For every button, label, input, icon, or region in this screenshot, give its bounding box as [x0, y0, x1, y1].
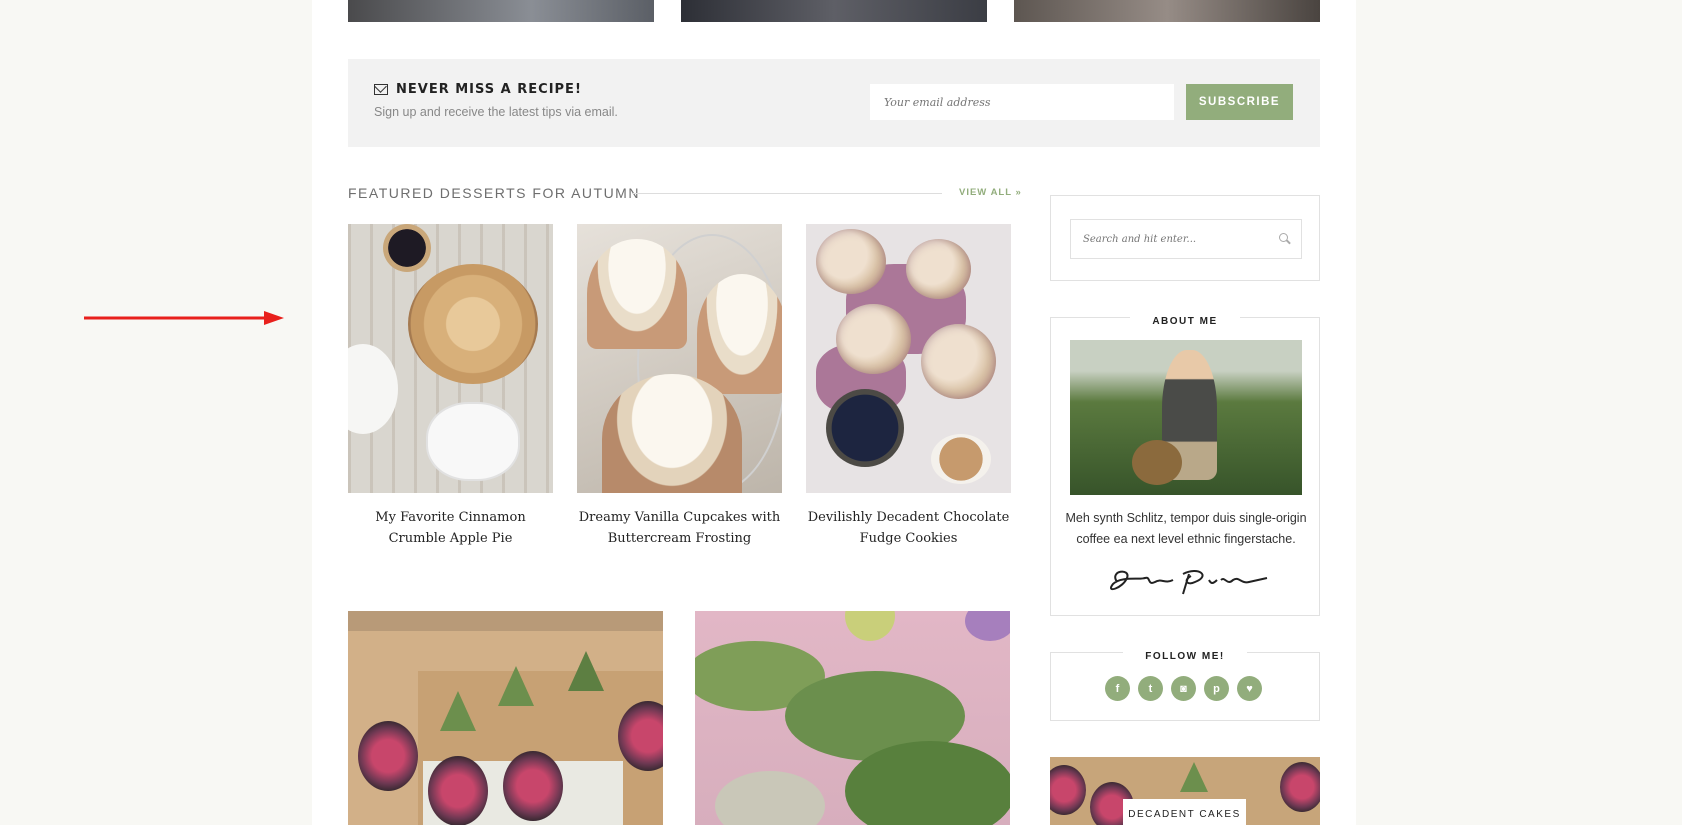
follow-widget: FOLLOW ME! f t ◙ p ♥ — [1050, 651, 1320, 721]
post-image-cookies[interactable] — [806, 224, 1011, 493]
about-title: ABOUT ME — [1130, 316, 1240, 327]
top-post-image-2[interactable] — [681, 0, 987, 22]
email-input[interactable] — [870, 84, 1174, 120]
instagram-icon[interactable]: ◙ — [1171, 676, 1196, 701]
newsletter-heading: NEVER MISS A RECIPE! — [374, 82, 582, 97]
newsletter-box: NEVER MISS A RECIPE! Sign up and receive… — [348, 59, 1320, 147]
post-card-cookies[interactable]: Devilishly Decadent Chocolate Fudge Cook… — [806, 224, 1011, 549]
view-all-link[interactable]: VIEW ALL » — [959, 187, 1022, 198]
page-content: NEVER MISS A RECIPE! Sign up and receive… — [312, 0, 1356, 825]
post-image-figs[interactable] — [348, 611, 663, 825]
sidebar-search-input[interactable] — [1070, 219, 1302, 259]
about-text: Meh synth Schlitz, tempor duis single-or… — [1065, 511, 1307, 546]
signature-image — [1110, 570, 1268, 595]
top-post-image-3[interactable] — [1014, 0, 1320, 22]
post-card-cupcakes[interactable]: Dreamy Vanilla Cupcakes with Buttercream… — [577, 224, 782, 549]
post-title[interactable]: Devilishly Decadent Chocolate Fudge Cook… — [806, 507, 1011, 549]
post-image-herbs[interactable] — [695, 611, 1010, 825]
twitter-icon[interactable]: t — [1138, 676, 1163, 701]
newsletter-subtitle: Sign up and receive the latest tips via … — [374, 105, 618, 119]
about-widget: ABOUT ME Meh synth Schlitz, tempor duis … — [1050, 316, 1320, 616]
post-title[interactable]: Dreamy Vanilla Cupcakes with Buttercream… — [577, 507, 782, 549]
post-image-cupcakes[interactable] — [577, 224, 782, 493]
promo-label[interactable]: DECADENT CAKES — [1123, 799, 1246, 825]
promo-widget-decadent-cakes[interactable]: DECADENT CAKES — [1050, 757, 1320, 825]
about-photo — [1070, 340, 1302, 495]
search-icon[interactable] — [1279, 233, 1288, 242]
subscribe-button[interactable]: SUBSCRIBE — [1186, 84, 1293, 120]
envelope-icon — [374, 84, 388, 95]
follow-title: FOLLOW ME! — [1123, 651, 1247, 662]
section-divider — [632, 193, 942, 194]
top-post-image-1[interactable] — [348, 0, 654, 22]
section-title: FEATURED DESSERTS FOR AUTUMN — [348, 185, 640, 201]
heart-icon[interactable]: ♥ — [1237, 676, 1262, 701]
post-title[interactable]: My Favorite Cinnamon Crumble Apple Pie — [348, 507, 553, 549]
post-image-apple-pie[interactable] — [348, 224, 553, 493]
social-icons: f t ◙ p ♥ — [1105, 676, 1262, 701]
annotation-arrow — [84, 311, 284, 325]
facebook-icon[interactable]: f — [1105, 676, 1130, 701]
pinterest-icon[interactable]: p — [1204, 676, 1229, 701]
post-card-apple-pie[interactable]: My Favorite Cinnamon Crumble Apple Pie — [348, 224, 553, 549]
search-widget — [1050, 195, 1320, 281]
newsletter-title: NEVER MISS A RECIPE! — [396, 82, 582, 97]
